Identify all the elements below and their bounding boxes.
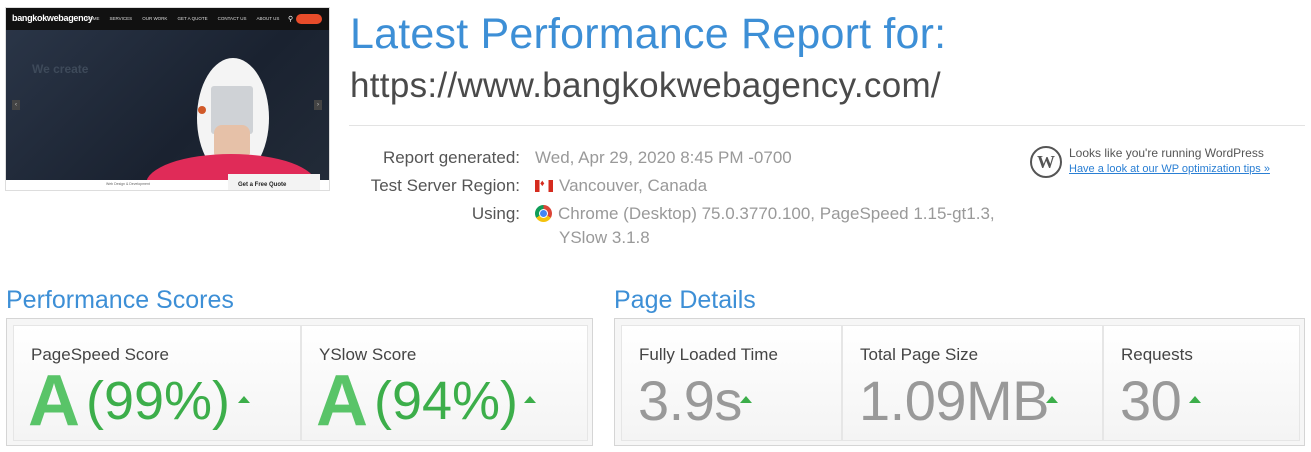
thumbnail-hero-text: We create (32, 62, 89, 76)
requests-card[interactable]: Requests 30 (1103, 325, 1300, 441)
thumbnail-logo: bangkokwebagency (12, 13, 93, 23)
fully-loaded-time-card[interactable]: Fully Loaded Time 3.9s (621, 325, 842, 441)
total-page-size-card[interactable]: Total Page Size 1.09MB (842, 325, 1103, 441)
wp-optimization-tips-link[interactable]: Have a look at our WP optimization tips … (1069, 163, 1270, 175)
wordpress-icon: W (1030, 146, 1062, 178)
canada-flag-icon (535, 178, 553, 192)
site-screenshot-thumbnail: bangkokwebagency HOME SERVICES OUR WORK … (5, 7, 330, 191)
thumbnail-menu-item: CONTACT US (217, 16, 247, 21)
thumbnail-menu-item: OUR WORK (142, 16, 168, 21)
requests-trend-up-icon (1189, 396, 1201, 403)
divider (349, 125, 1305, 126)
page-details-panel: Fully Loaded Time 3.9s Total Page Size 1… (614, 318, 1305, 446)
thumbnail-menu-item: HOME (86, 16, 100, 21)
fully-loaded-time-label: Fully Loaded Time (639, 345, 778, 364)
requests-label: Requests (1121, 345, 1193, 364)
thumbnail-next-arrow-icon: › (314, 100, 322, 110)
total-page-size-value: 1.09MB (859, 369, 1050, 432)
report-generated-label: Report generated: (382, 148, 520, 167)
chrome-icon (535, 205, 552, 222)
thumbnail-footer-text: Web Design & Development (106, 182, 150, 186)
pagespeed-trend-up-icon (238, 396, 250, 403)
fully-loaded-time-value: 3.9s (638, 369, 742, 432)
thumbnail-hero: We create ‹ › (6, 30, 329, 190)
thumbnail-menu-item: SERVICES (109, 16, 133, 21)
pagespeed-score-card[interactable]: PageSpeed Score A (99%) (13, 325, 301, 441)
wordpress-message: Looks like you're running WordPress (1069, 146, 1264, 160)
page-size-trend-up-icon (1046, 396, 1058, 403)
thumbnail-search-icon: ⚲ (288, 16, 294, 23)
report-generated-value: Wed, Apr 29, 2020 8:45 PM -0700 (535, 148, 792, 167)
total-page-size-label: Total Page Size (860, 345, 979, 364)
pagespeed-percent: (99%) (86, 371, 231, 431)
thumbnail-hands-image (214, 125, 250, 155)
test-server-region-label: Test Server Region: (370, 176, 520, 195)
yslow-trend-up-icon (524, 396, 536, 403)
yslow-percent: (94%) (374, 371, 519, 431)
page-title: Latest Performance Report for: (350, 10, 947, 58)
performance-scores-title: Performance Scores (6, 286, 234, 314)
thumbnail-menu-item: ABOUT US (256, 16, 280, 21)
using-label: Using: (471, 204, 520, 223)
thumbnail-prev-arrow-icon: ‹ (12, 100, 20, 110)
thumbnail-menu: HOME SERVICES OUR WORK GET A QUOTE CONTA… (86, 16, 279, 21)
pagespeed-grade: A (28, 361, 80, 441)
requests-value: 30 (1120, 369, 1182, 432)
yslow-grade: A (316, 361, 368, 441)
thumbnail-menu-item: GET A QUOTE (177, 16, 208, 21)
yslow-score-card[interactable]: YSlow Score A (94%) (301, 325, 588, 441)
using-value: Chrome (Desktop) 75.0.3770.100, PageSpee… (535, 204, 995, 224)
thumbnail-get-quote: Get a Free Quote (228, 174, 320, 190)
thumbnail-navbar: bangkokwebagency HOME SERVICES OUR WORK … (6, 8, 329, 30)
thumbnail-cta-button (296, 14, 322, 24)
thumbnail-cup-image (198, 106, 206, 114)
tested-url: https://www.bangkokwebagency.com/ (350, 66, 941, 105)
performance-scores-panel: PageSpeed Score A (99%) YSlow Score A (9… (6, 318, 593, 446)
page-details-title: Page Details (614, 286, 756, 314)
test-server-region-value: Vancouver, Canada (535, 176, 707, 196)
using-value-line2: YSlow 3.1.8 (559, 228, 650, 247)
fully-loaded-trend-up-icon (740, 396, 752, 403)
